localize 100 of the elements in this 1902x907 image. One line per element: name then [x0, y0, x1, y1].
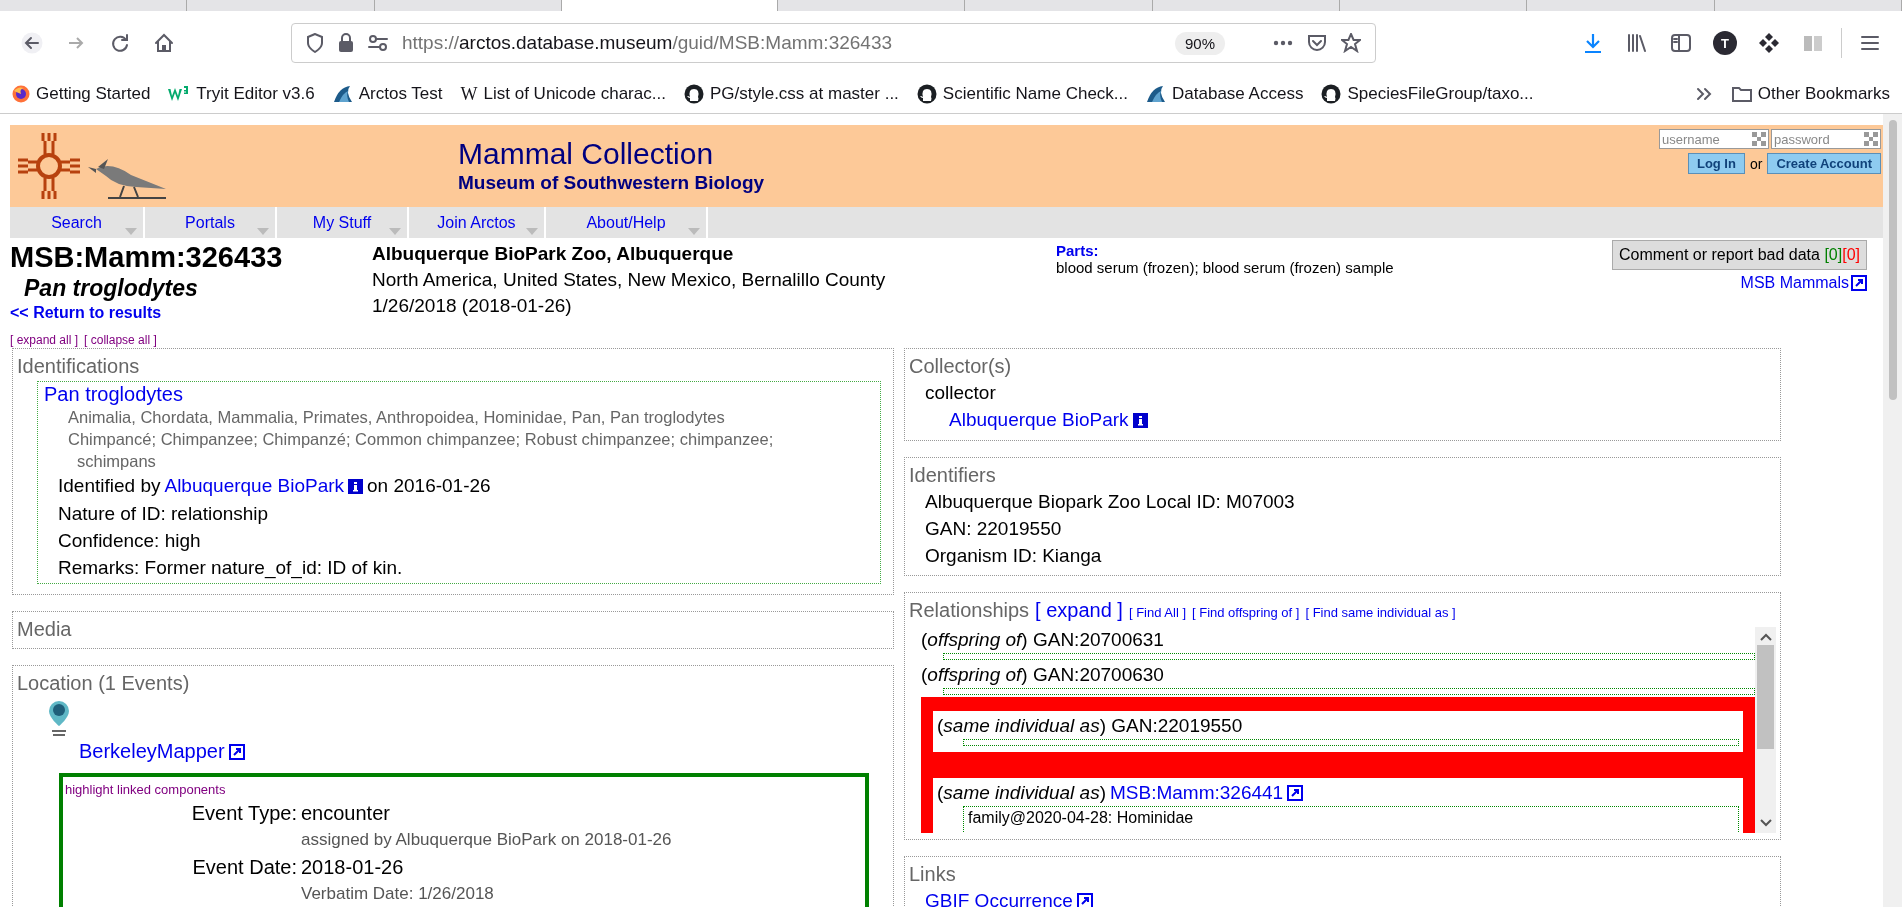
section-heading: Relationships	[909, 598, 1030, 623]
home-icon[interactable]	[153, 32, 175, 54]
comment-button[interactable]: Comment or report bad data [0][0]	[1611, 240, 1867, 270]
section-heading: Identifiers	[909, 463, 997, 488]
menu-item[interactable]: Portals	[145, 207, 277, 238]
bookmark-link[interactable]: Database Access	[1172, 84, 1304, 104]
filter-link[interactable]: [ Find All ]	[1128, 605, 1186, 620]
github-icon	[916, 84, 937, 104]
more-icon[interactable]	[1273, 40, 1293, 46]
url-field[interactable]: https://arctos.database.museum/guid/MSB:Mamm:326433 90%	[291, 23, 1376, 63]
sidebar-icon[interactable]	[1670, 32, 1692, 54]
identification-detail: Remarks: Former nature_of_id: ID of kin.	[57, 556, 404, 581]
relationship-text: (offspring of) GAN:20700630	[921, 663, 1164, 687]
common-names-text: Chimpancé; Chimpanzee; Chimpanzé; Common chimpanzee; Robust chimpanzee; chimpanzee; schimpans	[67, 429, 775, 472]
url-text: https://arctos.database.museum/guid/MSB:Mamm:326433	[402, 32, 894, 54]
relationship-text: (same individual as)	[937, 781, 1106, 805]
event-value: 2018-01-26	[301, 855, 405, 880]
sliders-icon	[368, 34, 388, 52]
menu-item[interactable]: My Stuff	[277, 207, 409, 238]
event-label: Event Date:	[191, 855, 297, 880]
dropdown-caret-icon	[257, 228, 269, 235]
key-icon	[1864, 132, 1878, 146]
or-text: or	[1749, 155, 1763, 172]
bookmark-link[interactable]: Getting Started	[36, 84, 151, 104]
section-heading: Identifications	[17, 354, 141, 379]
event-label: Event Type:	[190, 801, 297, 826]
scrollbar-thumb[interactable]	[1757, 645, 1774, 749]
expand-link[interactable]: [ expand ]	[1035, 599, 1123, 622]
dropdown-caret-icon	[688, 228, 700, 235]
menu-item[interactable]: About/Help	[546, 207, 708, 238]
classification-text: Animalia, Chordata, Mammalia, Primates, Anthropoidea, Hominidae, Pan, Pan troglodytes	[67, 407, 726, 428]
dropdown-caret-icon	[125, 228, 137, 235]
external-link[interactable]: GBIF Occurrence	[925, 887, 1073, 907]
login-button[interactable]: Log In	[1687, 153, 1745, 174]
bookmark-link[interactable]: SpeciesFileGroup/taxo...	[1347, 84, 1534, 104]
identification-detail: Nature of ID: relationship	[57, 502, 270, 526]
external-link-icon	[228, 743, 245, 760]
bookmark-link[interactable]: Other Bookmarks	[1757, 84, 1890, 104]
bookmark-link[interactable]: Tryit Editor v3.6	[196, 84, 315, 104]
locality-name: Albuquerque BioPark Zoo, Albuquerque	[372, 242, 735, 266]
lock-icon	[338, 33, 354, 53]
username-field[interactable]: username	[1659, 129, 1769, 149]
menu-item[interactable]: Join Arctos	[409, 207, 546, 238]
relationship-text: (same individual as) GAN:22019550	[937, 714, 1243, 738]
section-heading: Location (1 Events)	[17, 671, 191, 696]
external-link-icon	[1287, 785, 1304, 801]
w3-logo-icon	[168, 86, 191, 102]
info-icon	[348, 478, 364, 494]
reload-icon[interactable]	[109, 32, 131, 54]
event-value: encounter	[301, 801, 391, 826]
extension-icon[interactable]	[1758, 32, 1780, 54]
bookmark-link[interactable]: PG/style.css at master ...	[709, 84, 899, 104]
create-account-button[interactable]: Create Account	[1767, 153, 1881, 174]
bookmark-link[interactable]: Arctos Test	[358, 84, 443, 104]
specimen-link[interactable]: MSB:Mamm:326441	[1109, 780, 1284, 806]
taxon-link[interactable]: Pan troglodytes	[44, 383, 183, 405]
star-icon[interactable]	[1341, 33, 1361, 53]
bookmark-link[interactable]: Scientific Name Check...	[942, 84, 1129, 104]
scroll-down-icon[interactable]	[1759, 819, 1772, 827]
page-scrollbar-thumb[interactable]	[1888, 120, 1897, 400]
collection-title: Mammal Collection	[458, 137, 715, 171]
menu-item[interactable]: Search	[10, 207, 145, 238]
filter-link[interactable]: [ Find offspring of ]	[1192, 605, 1300, 620]
bookmark-link[interactable]: List of Unicode charac...	[483, 84, 666, 104]
scroll-up-icon[interactable]	[1759, 633, 1772, 641]
identification-date: on 2016-01-26	[367, 474, 491, 498]
info-icon	[1132, 412, 1148, 428]
key-icon	[1752, 132, 1766, 146]
firefox-icon	[12, 85, 30, 103]
filter-link[interactable]: [ Find same individual as ]	[1305, 605, 1456, 620]
relationship-text: (offspring of) GAN:20700631	[921, 628, 1164, 652]
external-link-icon	[1076, 893, 1093, 907]
password-field[interactable]: password	[1771, 129, 1881, 149]
expand-all-link[interactable]: [ expand all ]	[10, 333, 79, 347]
collection-link[interactable]: MSB Mammals	[1740, 274, 1849, 292]
pocket-icon[interactable]	[1307, 34, 1327, 52]
fin-icon	[332, 85, 353, 103]
profile-avatar[interactable]: T	[1713, 31, 1737, 55]
scrollbar[interactable]	[1755, 627, 1776, 833]
agent-link[interactable]: Albuquerque BioPark	[949, 406, 1129, 434]
fin-icon	[1146, 85, 1167, 103]
wikipedia-icon: W	[460, 83, 478, 105]
chevrons-icon[interactable]	[1695, 87, 1712, 101]
geography-text: North America, United States, New Mexico, Bernalillo County	[372, 268, 887, 292]
zoom-level[interactable]: 90%	[1174, 31, 1225, 55]
highlight-linked-link[interactable]: highlight linked components	[65, 782, 226, 797]
parts-text: blood serum (frozen); blood serum (frozen) sample	[1056, 259, 1395, 276]
collapse-all-link[interactable]: [ collapse all ]	[84, 333, 157, 347]
folder-icon	[1731, 86, 1752, 102]
collector-role: collector	[924, 381, 997, 405]
agent-link[interactable]: Albuquerque BioPark	[164, 472, 345, 500]
event-note: assigned by Albuquerque BioPark on 2018-01-26	[301, 829, 673, 851]
back-icon[interactable]	[21, 32, 43, 54]
section-heading: Links	[909, 862, 957, 887]
return-to-results-link[interactable]: << Return to results	[10, 304, 162, 322]
identifier-text: Albuquerque Biopark Zoo Local ID: M07003	[924, 490, 1296, 514]
download-icon[interactable]	[1582, 32, 1604, 54]
berkeleymapper-link[interactable]: BerkeleyMapper	[79, 740, 225, 763]
library-icon[interactable]	[1626, 32, 1648, 54]
section-heading: Media	[17, 618, 72, 640]
